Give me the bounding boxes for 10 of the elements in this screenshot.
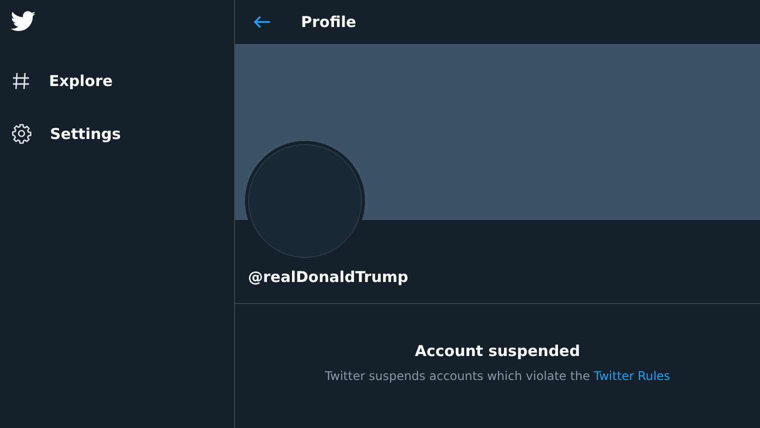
bird-icon[interactable]	[11, 11, 36, 32]
profile-handle: @realDonaldTrump	[248, 268, 408, 286]
page-title: Profile	[301, 13, 356, 31]
nav-item[interactable]: Settings	[11, 107, 127, 160]
notice-title: Account suspended	[414, 342, 580, 360]
hashtag-icon	[11, 70, 31, 90]
nav-item[interactable]: Explore	[11, 54, 119, 107]
settings-icon	[11, 123, 32, 144]
rules-link[interactable]: Twitter Rules	[594, 369, 670, 383]
notice-text: Twitter suspends accounts which violate the Twitter Rules	[324, 369, 670, 383]
